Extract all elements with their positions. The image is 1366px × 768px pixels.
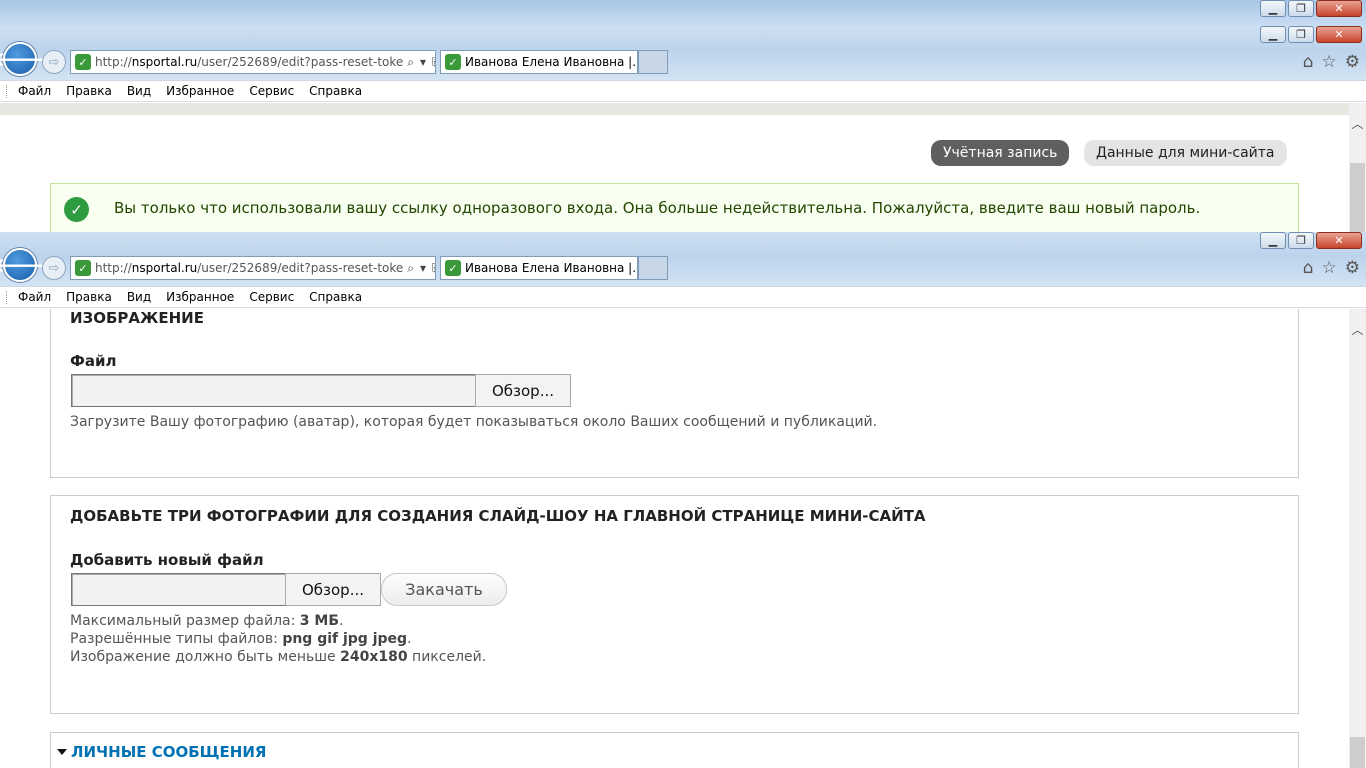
private-messages-title: ЛИЧНЫЕ СООБЩЕНИЯ bbox=[71, 743, 267, 761]
menu-edit[interactable]: Правка bbox=[66, 84, 112, 98]
favorites-star-icon[interactable]: ☆ bbox=[1322, 258, 1337, 278]
menu-bar-2: Файл Правка Вид Избранное Сервис Справка bbox=[0, 286, 1366, 308]
status-message-text: Вы только что использовали вашу ссылку о… bbox=[114, 199, 1201, 217]
image-dims-value: 240x180 bbox=[340, 649, 408, 665]
maximize-button[interactable]: ❐ bbox=[1288, 26, 1314, 43]
menu-help[interactable]: Справка bbox=[309, 84, 362, 98]
scroll-up-icon[interactable]: ︿ bbox=[1349, 115, 1366, 132]
menu-edit[interactable]: Правка bbox=[66, 290, 112, 304]
triangle-down-icon bbox=[57, 749, 67, 755]
close-button[interactable]: ✕ bbox=[1316, 26, 1362, 43]
image-dims-hint: Изображение должно быть меньше 240x180 п… bbox=[70, 649, 487, 665]
scrollbar-main[interactable]: ︿ bbox=[1349, 309, 1366, 768]
minimize-button[interactable]: ▁ bbox=[1260, 26, 1286, 43]
menu-view[interactable]: Вид bbox=[127, 290, 151, 304]
upload-button[interactable]: Закачать bbox=[381, 573, 507, 606]
compat-icon[interactable]: ⎘ bbox=[432, 261, 435, 276]
avatar-browse-button[interactable]: Обзор... bbox=[475, 374, 571, 407]
home-icon[interactable]: ⌂ bbox=[1303, 258, 1314, 278]
file-types-hint: Разрешённые типы файлов: png gif jpg jpe… bbox=[70, 631, 412, 647]
menu-grip bbox=[6, 291, 8, 304]
address-bar[interactable]: ✓ http://nsportal.ru/user/252689/edit?pa… bbox=[70, 50, 436, 74]
slideshow-file-path[interactable] bbox=[71, 573, 285, 606]
image-section-legend: ИЗОБРАЖЕНИЕ bbox=[70, 309, 204, 327]
dropdown-icon[interactable]: ▾ bbox=[420, 261, 426, 276]
menu-favorites[interactable]: Избранное bbox=[166, 84, 234, 98]
menu-grip bbox=[6, 85, 8, 98]
search-icon[interactable]: ⌕ bbox=[407, 55, 414, 70]
new-tab-button[interactable] bbox=[638, 256, 668, 280]
window-titlebar-back: ▁ ❐ ✕ bbox=[0, 0, 1366, 26]
status-message: ✓ Вы только что использовали вашу ссылку… bbox=[50, 183, 1299, 232]
page-content-top: Учётная запись Данные для мини-сайта ✓ В… bbox=[0, 103, 1349, 232]
image-fieldset: ИЗОБРАЖЕНИЕ Файл Обзор... Загрузите Вашу… bbox=[50, 309, 1299, 478]
favorites-star-icon[interactable]: ☆ bbox=[1322, 52, 1337, 72]
file-size-hint: Максимальный размер файла: 3 МБ. bbox=[70, 613, 344, 629]
minimize-button[interactable]: ▁ bbox=[1260, 232, 1286, 249]
new-file-label: Добавить новый файл bbox=[70, 551, 264, 569]
dropdown-icon[interactable]: ▾ bbox=[420, 55, 426, 70]
forward-button[interactable]: ⇨ bbox=[42, 256, 66, 280]
site-favicon-icon: ✓ bbox=[75, 260, 91, 276]
file-label: Файл bbox=[70, 352, 117, 370]
slideshow-file-input[interactable]: Обзор... bbox=[71, 573, 381, 606]
menu-help[interactable]: Справка bbox=[309, 290, 362, 304]
scroll-up-icon[interactable]: ︿ bbox=[1349, 321, 1366, 338]
browser-toolbar-2: ▁ ❐ ✕ 🡐 ⇨ ✓ http://nsportal.ru/user/2526… bbox=[0, 232, 1366, 286]
gear-icon[interactable]: ⚙ bbox=[1345, 52, 1360, 72]
checkmark-icon: ✓ bbox=[64, 197, 89, 222]
minimize-button[interactable]: ▁ bbox=[1260, 0, 1286, 17]
scroll-thumb[interactable] bbox=[1350, 163, 1365, 232]
page-header-strip bbox=[0, 103, 1349, 115]
menu-favorites[interactable]: Избранное bbox=[166, 290, 234, 304]
compat-icon[interactable]: ⎘ bbox=[432, 55, 435, 70]
tab-favicon-icon: ✓ bbox=[445, 54, 461, 70]
private-messages-toggle[interactable]: ЛИЧНЫЕ СООБЩЕНИЯ bbox=[57, 743, 266, 761]
menu-bar: Файл Правка Вид Избранное Сервис Справка bbox=[0, 80, 1366, 102]
page-content-main: ИЗОБРАЖЕНИЕ Файл Обзор... Загрузите Вашу… bbox=[0, 309, 1349, 768]
menu-file[interactable]: Файл bbox=[18, 84, 51, 98]
forward-button[interactable]: ⇨ bbox=[42, 50, 66, 74]
search-icon[interactable]: ⌕ bbox=[407, 261, 414, 276]
avatar-file-input[interactable]: Обзор... bbox=[71, 374, 571, 407]
file-types-value: png gif jpg jpeg bbox=[282, 631, 408, 647]
max-size-value: 3 МБ bbox=[299, 613, 339, 629]
slideshow-section-legend: ДОБАВЬТЕ ТРИ ФОТОГРАФИИ ДЛЯ СОЗДАНИЯ СЛА… bbox=[70, 507, 926, 525]
menu-tools[interactable]: Сервис bbox=[249, 290, 294, 304]
menu-tools[interactable]: Сервис bbox=[249, 84, 294, 98]
slideshow-browse-button[interactable]: Обзор... bbox=[285, 573, 381, 606]
maximize-button[interactable]: ❐ bbox=[1288, 232, 1314, 249]
browser-toolbar: ▁ ❐ ✕ 🡐 ⇨ ✓ http://nsportal.ru/user/2526… bbox=[0, 26, 1366, 80]
maximize-button[interactable]: ❐ bbox=[1288, 0, 1314, 17]
menu-view[interactable]: Вид bbox=[127, 84, 151, 98]
back-button[interactable]: 🡐 bbox=[0, 248, 47, 282]
browser-tab[interactable]: ✓ Иванова Елена Ивановна |... ✕ bbox=[440, 256, 638, 280]
avatar-description: Загрузите Вашу фотографию (аватар), кото… bbox=[70, 414, 878, 430]
close-button[interactable]: ✕ bbox=[1316, 0, 1362, 17]
menu-file[interactable]: Файл bbox=[18, 290, 51, 304]
site-favicon-icon: ✓ bbox=[75, 54, 91, 70]
tab-minisite-data[interactable]: Данные для мини-сайта bbox=[1084, 140, 1287, 166]
back-button[interactable]: 🡐 bbox=[0, 42, 47, 76]
gear-icon[interactable]: ⚙ bbox=[1345, 258, 1360, 278]
new-tab-button[interactable] bbox=[638, 50, 668, 74]
address-bar[interactable]: ✓ http://nsportal.ru/user/252689/edit?pa… bbox=[70, 256, 436, 280]
home-icon[interactable]: ⌂ bbox=[1303, 52, 1314, 72]
scrollbar-top[interactable]: ︿ bbox=[1349, 103, 1366, 232]
slideshow-fieldset: ДОБАВЬТЕ ТРИ ФОТОГРАФИИ ДЛЯ СОЗДАНИЯ СЛА… bbox=[50, 495, 1299, 714]
tab-account[interactable]: Учётная запись bbox=[931, 140, 1070, 166]
tab-favicon-icon: ✓ bbox=[445, 260, 461, 276]
avatar-file-path[interactable] bbox=[71, 374, 475, 407]
scroll-thumb[interactable] bbox=[1350, 737, 1365, 768]
private-messages-fieldset: ЛИЧНЫЕ СООБЩЕНИЯ bbox=[50, 732, 1299, 768]
close-button[interactable]: ✕ bbox=[1316, 232, 1362, 249]
browser-tab[interactable]: ✓ Иванова Елена Ивановна |... ✕ bbox=[440, 50, 638, 74]
